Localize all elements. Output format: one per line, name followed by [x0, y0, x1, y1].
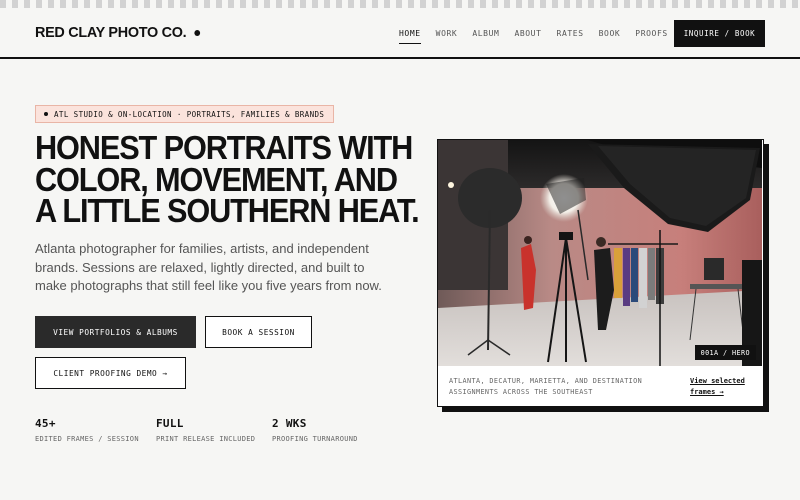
nav-item-proofs[interactable]: PROOFS [635, 29, 668, 44]
hero-badge: ATL STUDIO & ON-LOCATION · PORTRAITS, FA… [35, 105, 335, 123]
card-caption: ATLANTA, DECATUR, MARIETTA, AND DESTINAT… [449, 377, 643, 396]
badge-text: ATL STUDIO & ON-LOCATION · PORTRAITS, FA… [54, 109, 325, 119]
logo-dot-icon [194, 29, 200, 36]
stat-turnaround: 2 WKS PROOFING TURNAROUND [272, 417, 358, 443]
brand-logo[interactable]: RED CLAY PHOTO CO. [35, 24, 200, 41]
nav-item-about[interactable]: ABOUT [514, 29, 541, 44]
headline-line-3: A LITTLE SOUTHERN HEAT. [35, 192, 420, 229]
nav-item-album[interactable]: ALBUM [472, 29, 499, 44]
stat-label: PRINT RELEASE INCLUDED [156, 435, 256, 443]
studio-hero-photo [438, 140, 762, 366]
stat-frames: 45+ EDITED FRAMES / SESSION [35, 417, 139, 443]
nav-item-home[interactable]: HOME [399, 29, 421, 44]
book-session-button[interactable]: BOOK A SESSION [205, 316, 312, 348]
badge-dot-icon [44, 112, 48, 116]
top-stripe-decoration [0, 0, 800, 8]
hero-photo-card: 001A / HERO ATLANTA, DECATUR, MARIETTA, … [437, 139, 769, 412]
hero-headline: HONEST PORTRAITS WITH COLOR, MOVEMENT, A… [35, 129, 420, 229]
card-body: 001A / HERO ATLANTA, DECATUR, MARIETTA, … [437, 139, 764, 407]
hero-lede: Atlanta photographer for families, artis… [35, 241, 382, 293]
headline-line-1: HONEST PORTRAITS WITH [35, 129, 413, 166]
nav-item-work[interactable]: WORK [436, 29, 458, 44]
stat-print-release: FULL PRINT RELEASE INCLUDED [156, 417, 255, 443]
headline-line-2: COLOR, MOVEMENT, AND [35, 160, 398, 198]
stat-label: PROOFING TURNAROUND [272, 435, 358, 443]
stat-value: 2 WKS [272, 417, 307, 430]
photo-tag: 001A / HERO [694, 345, 756, 360]
site-header: RED CLAY PHOTO CO. HOME WORK ALBUM ABOUT… [0, 8, 800, 59]
inquire-book-button[interactable]: INQUIRE / BOOK [674, 20, 765, 47]
stat-value: FULL [156, 417, 184, 430]
brand-name: RED CLAY PHOTO CO. [35, 24, 187, 41]
nav-item-book[interactable]: BOOK [599, 29, 621, 44]
stat-value: 45+ [35, 417, 56, 430]
main-nav: HOME WORK ALBUM ABOUT RATES BOOK PROOFS [399, 29, 668, 44]
nav-item-rates[interactable]: RATES [557, 29, 584, 44]
stat-label: EDITED FRAMES / SESSION [35, 435, 139, 443]
client-proofing-button[interactable]: CLIENT PROOFING DEMO → [35, 357, 186, 389]
view-selected-frames-link[interactable]: View selected frames → [690, 376, 760, 398]
view-portfolios-button[interactable]: VIEW PORTFOLIOS & ALBUMS [35, 316, 196, 348]
